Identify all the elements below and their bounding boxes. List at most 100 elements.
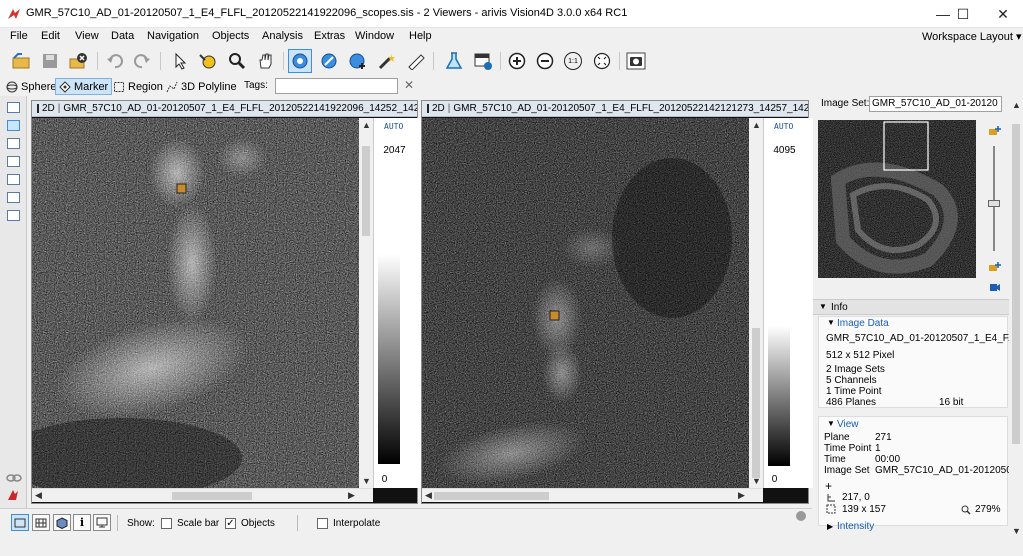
view-2d-button[interactable] — [11, 514, 29, 531]
link-viewers-icon[interactable] — [5, 472, 23, 484]
menu-extras[interactable]: Extras — [314, 30, 345, 42]
select-tool-button[interactable] — [168, 49, 192, 73]
close-document-button[interactable] — [66, 49, 90, 73]
scroll-up-icon[interactable]: ▲ — [752, 120, 761, 130]
image-data-header[interactable]: Image Data — [837, 318, 889, 329]
intensity-header[interactable]: Intensity — [837, 521, 874, 532]
scroll-right-icon[interactable]: ▶ — [738, 490, 745, 501]
magic-wand-button[interactable] — [375, 49, 399, 73]
objects-checkbox[interactable]: ✓ — [225, 518, 236, 529]
viewer-1-hscroll-thumb[interactable] — [172, 492, 252, 500]
viewer-2-min-value[interactable]: 0 — [754, 474, 795, 485]
zoom-1to1-button[interactable]: 1:1 — [561, 49, 585, 73]
menu-edit[interactable]: Edit — [41, 30, 60, 42]
view-3d-button[interactable] — [53, 514, 71, 531]
viewer-2-hscroll-thumb[interactable] — [434, 492, 549, 500]
sphere-tool[interactable]: Sphere — [3, 78, 59, 95]
save-button[interactable] — [38, 49, 62, 73]
zoom-in-small-icon[interactable] — [988, 126, 1002, 136]
viewer-1-marker[interactable] — [176, 183, 187, 194]
scroll-up-icon[interactable]: ▲ — [362, 120, 371, 130]
polyline-tool[interactable]: 3D Polyline — [163, 78, 240, 95]
image-set-dropdown[interactable]: GMR_57C10_AD_01-20120 — [869, 96, 1002, 112]
view-header[interactable]: View — [837, 419, 859, 430]
region-tool[interactable]: Region — [110, 78, 166, 95]
viewer-2-image[interactable] — [422, 118, 749, 488]
viewer-2-gradient[interactable] — [768, 326, 790, 466]
menu-objects[interactable]: Objects — [212, 30, 249, 42]
table-view-button[interactable] — [471, 49, 495, 73]
viewer-1-hscroll[interactable]: ◀ ▶ — [32, 488, 373, 502]
tags-input[interactable] — [275, 78, 398, 94]
pan-tool-button[interactable] — [254, 49, 278, 73]
marker-tool[interactable]: Marker — [55, 78, 113, 95]
draw-object-button[interactable] — [317, 49, 341, 73]
collapse-icon[interactable]: ▼ — [827, 419, 835, 428]
viewer-2-auto-label[interactable]: AUTO — [774, 122, 793, 131]
viewer-1-min-value[interactable]: 0 — [364, 474, 405, 485]
viewer-1-vscroll-thumb[interactable] — [362, 146, 370, 236]
collapse-icon[interactable]: ▼ — [827, 318, 835, 327]
layout-three-button[interactable] — [7, 174, 20, 185]
scroll-left-icon[interactable]: ◀ — [425, 490, 432, 501]
redo-button[interactable] — [130, 49, 154, 73]
zoom-out-button[interactable] — [533, 49, 557, 73]
scale-bar-checkbox[interactable] — [161, 518, 172, 529]
workspace-layout-menu[interactable]: Workspace Layout ▾ — [922, 30, 1022, 43]
menu-analysis[interactable]: Analysis — [262, 30, 303, 42]
info-button[interactable]: i — [73, 514, 91, 531]
layout-four-button[interactable] — [7, 192, 20, 203]
right-panel-scrollbar[interactable]: ▲ ▼ — [1009, 96, 1023, 541]
marker-tool-button[interactable] — [196, 49, 220, 73]
info-section-header[interactable]: ▼ Info — [813, 299, 1009, 315]
zoom-in-button[interactable] — [505, 49, 529, 73]
layout-single-button[interactable] — [7, 102, 20, 113]
viewer-1-gradient[interactable] — [378, 254, 400, 464]
analysis-button[interactable] — [442, 49, 466, 73]
menu-navigation[interactable]: Navigation — [147, 30, 199, 42]
scroll-right-icon[interactable]: ▶ — [348, 490, 355, 501]
undo-button[interactable] — [103, 49, 127, 73]
clear-tags-button[interactable]: ✕ — [404, 78, 414, 92]
presentation-button[interactable] — [93, 514, 111, 531]
menu-window[interactable]: Window — [355, 30, 394, 42]
menu-file[interactable]: File — [10, 30, 28, 42]
rotate-view-button[interactable] — [288, 49, 312, 73]
viewer-2-marker[interactable] — [549, 310, 560, 321]
measure-button[interactable] — [404, 49, 428, 73]
viewer-2-vscroll[interactable]: ▲ ▼ — [749, 118, 763, 488]
expand-icon[interactable]: ▶ — [827, 522, 833, 531]
open-button[interactable] — [9, 49, 33, 73]
layout-split-v-button[interactable] — [7, 156, 20, 167]
maximize-button[interactable]: ☐ — [943, 0, 983, 28]
close-window-button[interactable]: ✕ — [983, 0, 1023, 28]
add-object-button[interactable] — [346, 49, 370, 73]
menu-data[interactable]: Data — [111, 30, 134, 42]
overview-thumbnail[interactable] — [818, 120, 976, 278]
scroll-down-icon[interactable]: ▼ — [1012, 526, 1021, 536]
camera-small-icon[interactable] — [989, 282, 1001, 292]
zoom-out-small-icon[interactable] — [988, 262, 1002, 272]
viewer-2-hscroll[interactable]: ◀ ▶ — [422, 488, 763, 502]
viewer-1-max-value[interactable]: 2047 — [374, 145, 415, 156]
layout-book-button[interactable] — [7, 120, 20, 131]
scroll-left-icon[interactable]: ◀ — [35, 490, 42, 501]
screenshot-button[interactable] — [624, 49, 648, 73]
scroll-up-icon[interactable]: ▲ — [1012, 100, 1021, 110]
view-grid-button[interactable] — [32, 514, 50, 531]
viewer-1-vscroll[interactable]: ▲ ▼ — [359, 118, 373, 488]
viewer-1-image[interactable] — [32, 118, 359, 488]
layout-grid-button[interactable] — [7, 210, 20, 221]
layout-split-h-button[interactable] — [7, 138, 20, 149]
zoom-fit-button[interactable] — [590, 49, 614, 73]
menu-view[interactable]: View — [75, 30, 99, 42]
viewer-1-auto-label[interactable]: AUTO — [384, 122, 403, 131]
interpolate-checkbox[interactable] — [317, 518, 328, 529]
zoom-tool-button[interactable] — [225, 49, 249, 73]
zoom-slider-track[interactable] — [993, 146, 995, 251]
viewer-2-vscroll-thumb[interactable] — [752, 328, 760, 478]
zoom-slider-thumb[interactable] — [988, 200, 1000, 207]
viewer-2-max-value[interactable]: 4095 — [764, 145, 805, 156]
sync-icon[interactable] — [6, 488, 20, 502]
menu-help[interactable]: Help — [409, 30, 432, 42]
